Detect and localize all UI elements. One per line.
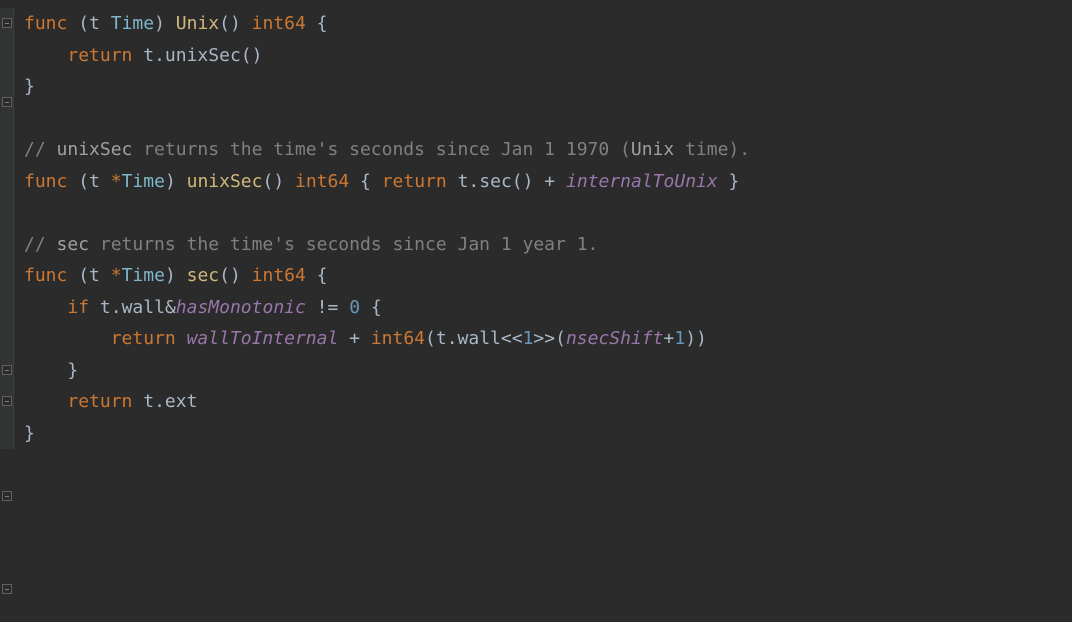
code-line: }: [24, 355, 1072, 387]
code-line: return t.ext: [24, 386, 1072, 418]
code-line: func (t *Time) sec() int64 {: [24, 260, 1072, 292]
code-line: func (t *Time) unixSec() int64 { return …: [24, 166, 1072, 198]
fold-marker[interactable]: [2, 396, 12, 406]
code-line-blank: [24, 197, 1072, 229]
code-line-comment: // sec returns the time's seconds since …: [24, 229, 1072, 261]
type-int64: int64: [295, 171, 349, 192]
func-Unix: Unix: [176, 13, 219, 34]
fold-marker[interactable]: [2, 584, 12, 594]
type-Time: Time: [111, 13, 154, 34]
code-line-comment: // unixSec returns the time's seconds si…: [24, 134, 1072, 166]
keyword-return: return: [382, 171, 447, 192]
code-line: }: [24, 71, 1072, 103]
const-nsecShift: nsecShift: [566, 328, 664, 349]
func-sec: sec: [187, 265, 220, 286]
fold-marker[interactable]: [2, 18, 12, 28]
type-Time: Time: [122, 171, 165, 192]
keyword-return: return: [111, 328, 176, 349]
fold-marker[interactable]: [2, 365, 12, 375]
code-editor: func (t Time) Unix() int64 { return t.un…: [0, 8, 1072, 449]
fold-marker[interactable]: [2, 97, 12, 107]
code-line: func (t Time) Unix() int64 {: [24, 8, 1072, 40]
keyword-func: func: [24, 13, 67, 34]
const-internalToUnix: internalToUnix: [566, 171, 718, 192]
keyword-func: func: [24, 265, 67, 286]
fold-marker[interactable]: [2, 491, 12, 501]
code-line: if t.wall&hasMonotonic != 0 {: [24, 292, 1072, 324]
type-int64: int64: [252, 13, 306, 34]
code-line: return wallToInternal + int64(t.wall<<1>…: [24, 323, 1072, 355]
keyword-return: return: [67, 45, 132, 66]
keyword-return: return: [67, 391, 132, 412]
code-line-blank: [24, 103, 1072, 135]
keyword-if: if: [67, 297, 89, 318]
code-line: }: [24, 418, 1072, 450]
code-line: return t.unixSec(): [24, 40, 1072, 72]
type-Time: Time: [122, 265, 165, 286]
const-hasMonotonic: hasMonotonic: [176, 297, 306, 318]
func-unixSec: unixSec: [187, 171, 263, 192]
fold-gutter: [0, 8, 14, 449]
const-wallToInternal: wallToInternal: [187, 328, 339, 349]
type-int64: int64: [252, 265, 306, 286]
keyword-func: func: [24, 171, 67, 192]
